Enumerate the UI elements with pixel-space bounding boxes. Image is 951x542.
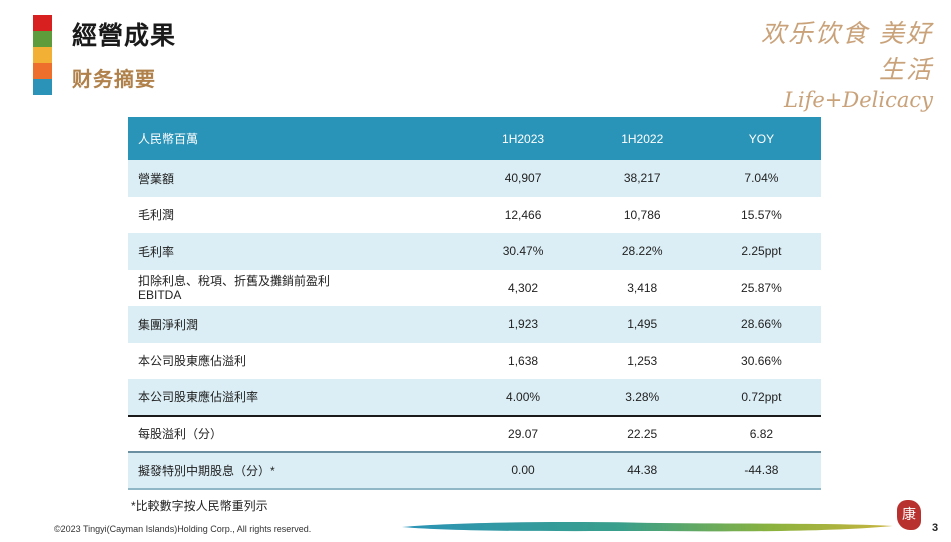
table-row: 毛利潤 12,466 10,786 15.57% — [128, 197, 821, 234]
cell-1h2023: 29.07 — [463, 414, 583, 452]
table-row: 每股溢利（分） 29.07 22.25 6.82 — [128, 414, 821, 452]
cell-yoy: 15.57% — [741, 207, 782, 222]
cell-yoy: -44.38 — [701, 451, 821, 490]
header-yoy: YOY — [701, 117, 821, 160]
color-block-orange — [33, 63, 52, 79]
row-label-line1: 扣除利息、稅項、折舊及攤銷前盈利 — [138, 273, 331, 288]
brand-logo: 欢乐饮食 美好生活 Life+Delicacy — [743, 14, 933, 112]
cell-yoy: 6.82 — [701, 414, 821, 452]
cell-1h2023: 4,302 — [508, 280, 539, 295]
row-label: 集團淨利潤 — [128, 306, 464, 343]
row-label: 營業額 — [128, 160, 464, 197]
cell-1h2023: 1,923 — [463, 306, 583, 343]
color-block-blue — [33, 79, 52, 95]
color-bar — [33, 15, 52, 95]
cell-yoy: 28.66% — [701, 306, 821, 343]
table-row: 毛利率 30.47% 28.22% 2.25ppt — [128, 233, 821, 270]
cell-yoy: 25.87% — [741, 280, 782, 295]
table-row: 扣除利息、稅項、折舊及攤銷前盈利 EBITDA 4,302 3,418 25.8… — [128, 270, 821, 307]
page-subtitle: 财务摘要 — [72, 69, 156, 91]
cell-yoy: 30.66% — [741, 353, 782, 368]
cell-1h2023: 12,466 — [504, 207, 542, 222]
cell-1h2023: 1,638 — [508, 353, 539, 368]
footnote: *比較數字按人民幣重列示 — [131, 499, 268, 513]
table-row: 本公司股東應佔溢利 1,638 1,253 30.66% — [128, 343, 821, 380]
cell-1h2022: 38,217 — [582, 160, 702, 197]
cell-1h2022: 1,495 — [582, 306, 702, 343]
row-label: 本公司股東應佔溢利率 — [128, 379, 464, 416]
header-1h2022: 1H2022 — [582, 117, 702, 160]
header-1h2023: 1H2023 — [463, 117, 583, 160]
header-currency: 人民幣百萬 — [128, 117, 464, 160]
cell-1h2023: 0.00 — [463, 451, 583, 490]
cell-1h2023: 4.00% — [463, 379, 583, 416]
table-row: 擬發特別中期股息（分）* 0.00 44.38 -44.38 — [128, 451, 821, 490]
row-label-line2: EBITDA — [138, 287, 182, 302]
cell-yoy: 2.25ppt — [701, 233, 821, 270]
color-block-red — [33, 15, 52, 31]
table-row: 營業額 40,907 38,217 7.04% — [128, 160, 821, 197]
cell-1h2022: 28.22% — [582, 233, 702, 270]
brand-slogan-cn: 欢乐饮食 美好生活 — [761, 19, 933, 84]
cell-1h2023: 30.47% — [463, 233, 583, 270]
cell-1h2022: 22.25 — [582, 414, 702, 452]
page-title: 經營成果 — [72, 22, 177, 50]
cell-1h2022: 10,786 — [623, 207, 661, 222]
cell-yoy: 0.72ppt — [701, 379, 821, 416]
cell-1h2023: 40,907 — [463, 160, 583, 197]
row-label: 毛利率 — [128, 233, 464, 270]
cell-1h2022: 1,253 — [627, 353, 658, 368]
color-block-green — [33, 31, 52, 47]
table-row: 集團淨利潤 1,923 1,495 28.66% — [128, 306, 821, 343]
row-label: 扣除利息、稅項、折舊及攤銷前盈利 EBITDA — [128, 270, 463, 307]
cell-1h2022: 3,418 — [627, 280, 658, 295]
page-number: 3 — [932, 522, 939, 534]
copyright-text: ©2023 Tingyi(Cayman Islands)Holding Corp… — [54, 524, 312, 534]
table-header-row: 人民幣百萬 1H2023 1H2022 YOY — [128, 117, 821, 160]
kang-seal-logo: 康 — [897, 500, 921, 530]
row-label: 擬發特別中期股息（分）* — [128, 451, 464, 490]
row-label: 毛利潤 — [138, 208, 175, 223]
cell-yoy: 7.04% — [701, 160, 821, 197]
row-label: 每股溢利（分） — [128, 414, 464, 452]
financial-summary-table: 人民幣百萬 1H2023 1H2022 YOY 營業額 40,907 38,21… — [128, 117, 821, 490]
cell-1h2022: 3.28% — [582, 379, 702, 416]
brush-stroke-decoration — [402, 522, 893, 532]
table-row: 本公司股東應佔溢利率 4.00% 3.28% 0.72ppt — [128, 379, 821, 416]
row-label: 本公司股東應佔溢利 — [138, 354, 247, 369]
color-block-yellow — [33, 47, 52, 63]
cell-1h2022: 44.38 — [582, 451, 702, 490]
brand-slogan-en: Life+Delicacy — [783, 88, 933, 112]
